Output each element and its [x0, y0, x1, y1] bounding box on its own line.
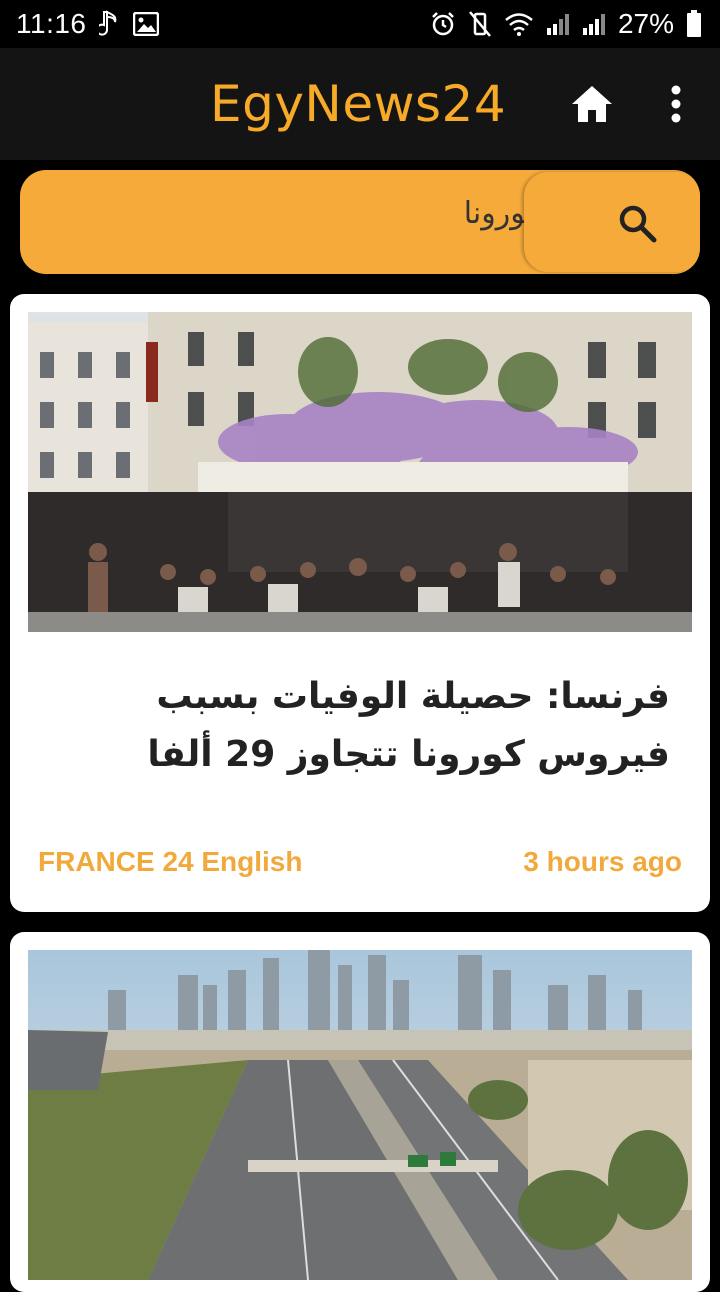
search-bar: كورونا — [20, 170, 700, 274]
more-options-button[interactable] — [660, 82, 692, 126]
article-title: فرنسا: حصيلة الوفيات بسبب فيروس كورونا ت… — [147, 676, 670, 775]
article-source: FRANCE 24 English — [38, 846, 303, 877]
more-vertical-icon — [671, 85, 681, 123]
app-title: EgyNews24 — [210, 75, 507, 133]
status-bar-right: 27% — [430, 8, 702, 40]
home-button[interactable] — [568, 82, 616, 126]
image-icon — [132, 12, 159, 36]
status-bar-left: 11:16 — [16, 8, 159, 40]
signal-icon — [582, 12, 606, 36]
vibrate-mute-icon — [468, 11, 492, 37]
article-image — [28, 950, 692, 1280]
search-button[interactable] — [524, 172, 700, 272]
status-time: 11:16 — [16, 8, 87, 39]
search-input[interactable]: كورونا — [20, 170, 540, 274]
wifi-icon — [504, 11, 534, 37]
app-bar: EgyNews24 — [0, 48, 720, 160]
battery-icon — [686, 10, 702, 38]
music-note-icon — [98, 10, 121, 38]
article-card[interactable] — [10, 932, 710, 1292]
home-icon — [572, 86, 612, 122]
signal-icon — [546, 12, 570, 36]
search-icon — [619, 205, 657, 243]
alarm-icon — [430, 11, 456, 37]
article-card[interactable]: فرنسا: حصيلة الوفيات بسبب فيروس كورونا ت… — [10, 294, 710, 912]
status-bar: 11:16 27% — [0, 0, 720, 48]
battery-percent: 27% — [617, 8, 674, 39]
article-image — [28, 312, 692, 632]
article-time: 3 hours ago — [523, 846, 682, 877]
